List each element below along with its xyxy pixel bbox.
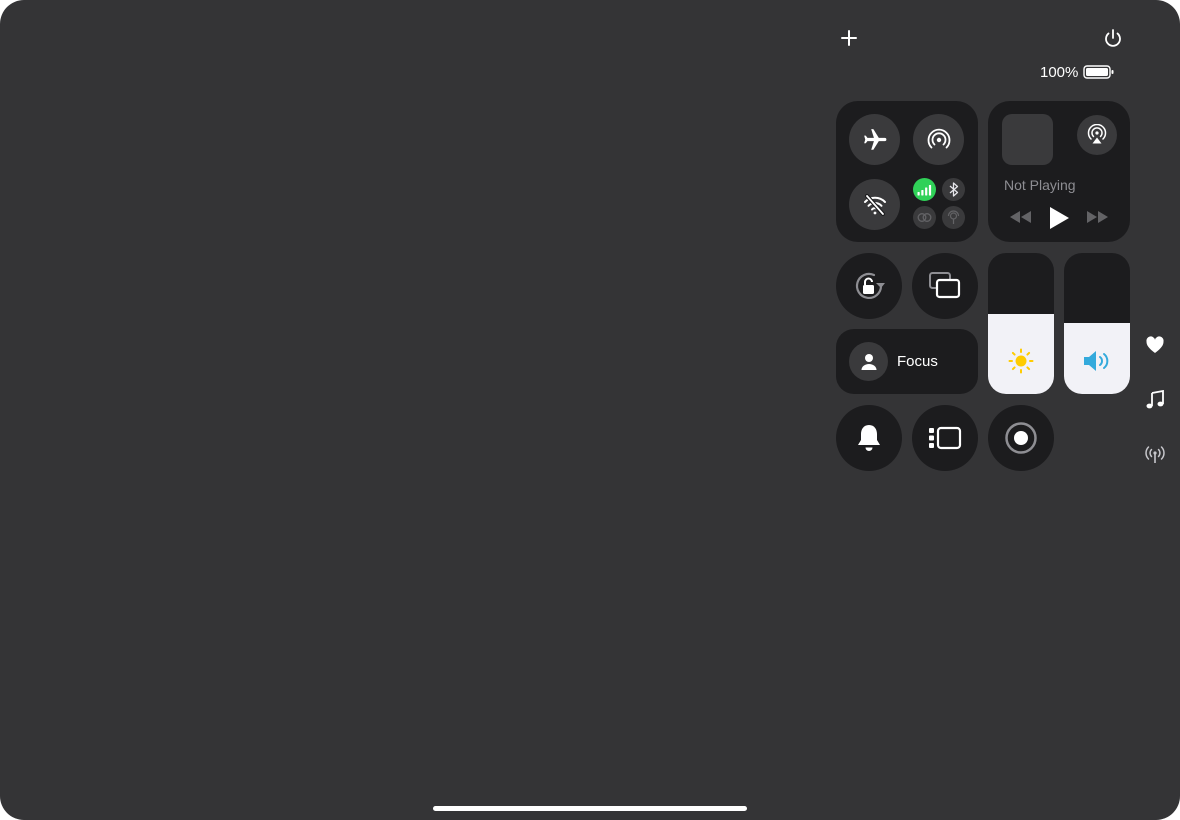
orientation-lock-icon [855, 272, 885, 299]
person-icon [861, 353, 876, 370]
wifi-off-icon [863, 193, 886, 216]
silent-mode-button[interactable] [836, 405, 902, 471]
heart-icon [1146, 336, 1164, 353]
brightness-icon-wrap [1008, 348, 1034, 374]
personal-hotspot-icon [917, 213, 932, 222]
rewind-icon [1010, 211, 1031, 223]
home-indicator[interactable] [433, 806, 747, 811]
screen-mirroring-button[interactable] [912, 253, 978, 319]
volume-slider[interactable] [1064, 253, 1130, 394]
power-icon [1105, 29, 1121, 47]
orientation-lock-button[interactable] [836, 253, 902, 319]
fast-forward-button[interactable] [1085, 210, 1109, 224]
focus-button[interactable]: Focus [836, 329, 978, 394]
screen-mirroring-icon [929, 272, 961, 299]
bluetooth-button[interactable] [942, 178, 965, 201]
connectivity-page-button[interactable] [1145, 445, 1165, 465]
bell-icon [858, 425, 880, 451]
now-playing-module[interactable]: Not Playing [988, 101, 1130, 242]
volume-icon-wrap [1082, 349, 1112, 373]
satellite-button[interactable] [942, 206, 965, 229]
power-button[interactable] [1102, 27, 1124, 49]
cellular-icon [917, 184, 932, 195]
satellite-icon [947, 210, 960, 224]
antenna-icon [1145, 446, 1165, 463]
add-control-button[interactable] [838, 27, 860, 49]
fast-forward-icon [1087, 211, 1108, 223]
airplay-button[interactable] [1077, 115, 1117, 155]
airplay-audio-icon [1087, 124, 1107, 144]
bluetooth-icon [949, 182, 958, 197]
speaker-icon [1084, 351, 1109, 371]
favorites-page-button[interactable] [1145, 335, 1165, 355]
plus-icon [841, 30, 857, 46]
battery-status: 100% [1040, 60, 1130, 84]
airdrop-button[interactable] [913, 114, 964, 165]
music-page-button[interactable] [1145, 390, 1165, 410]
stage-manager-button[interactable] [912, 405, 978, 471]
sun-icon [1008, 348, 1034, 374]
focus-label: Focus [897, 353, 938, 370]
airplane-mode-button[interactable] [849, 114, 900, 165]
airplane-icon [863, 128, 886, 150]
battery-percent: 100% [1040, 63, 1079, 81]
now-playing-status: Not Playing [1004, 177, 1076, 193]
control-center-screen: 100% Not Playing Focus [0, 0, 1180, 820]
focus-icon-circle [849, 342, 888, 381]
rewind-button[interactable] [1009, 210, 1033, 224]
music-note-icon [1146, 390, 1164, 409]
screen-record-button[interactable] [988, 405, 1054, 471]
wifi-button[interactable] [849, 179, 900, 230]
play-icon [1050, 207, 1069, 229]
stage-manager-icon [929, 426, 962, 450]
brightness-slider[interactable] [988, 253, 1054, 394]
cellular-data-button[interactable] [913, 178, 936, 201]
battery-icon [1083, 65, 1114, 79]
airdrop-icon [927, 128, 950, 148]
album-artwork [1002, 114, 1053, 165]
screen-record-icon [1005, 422, 1037, 454]
play-button[interactable] [1048, 206, 1070, 230]
connectivity-module [836, 101, 978, 242]
personal-hotspot-button[interactable] [913, 206, 936, 229]
